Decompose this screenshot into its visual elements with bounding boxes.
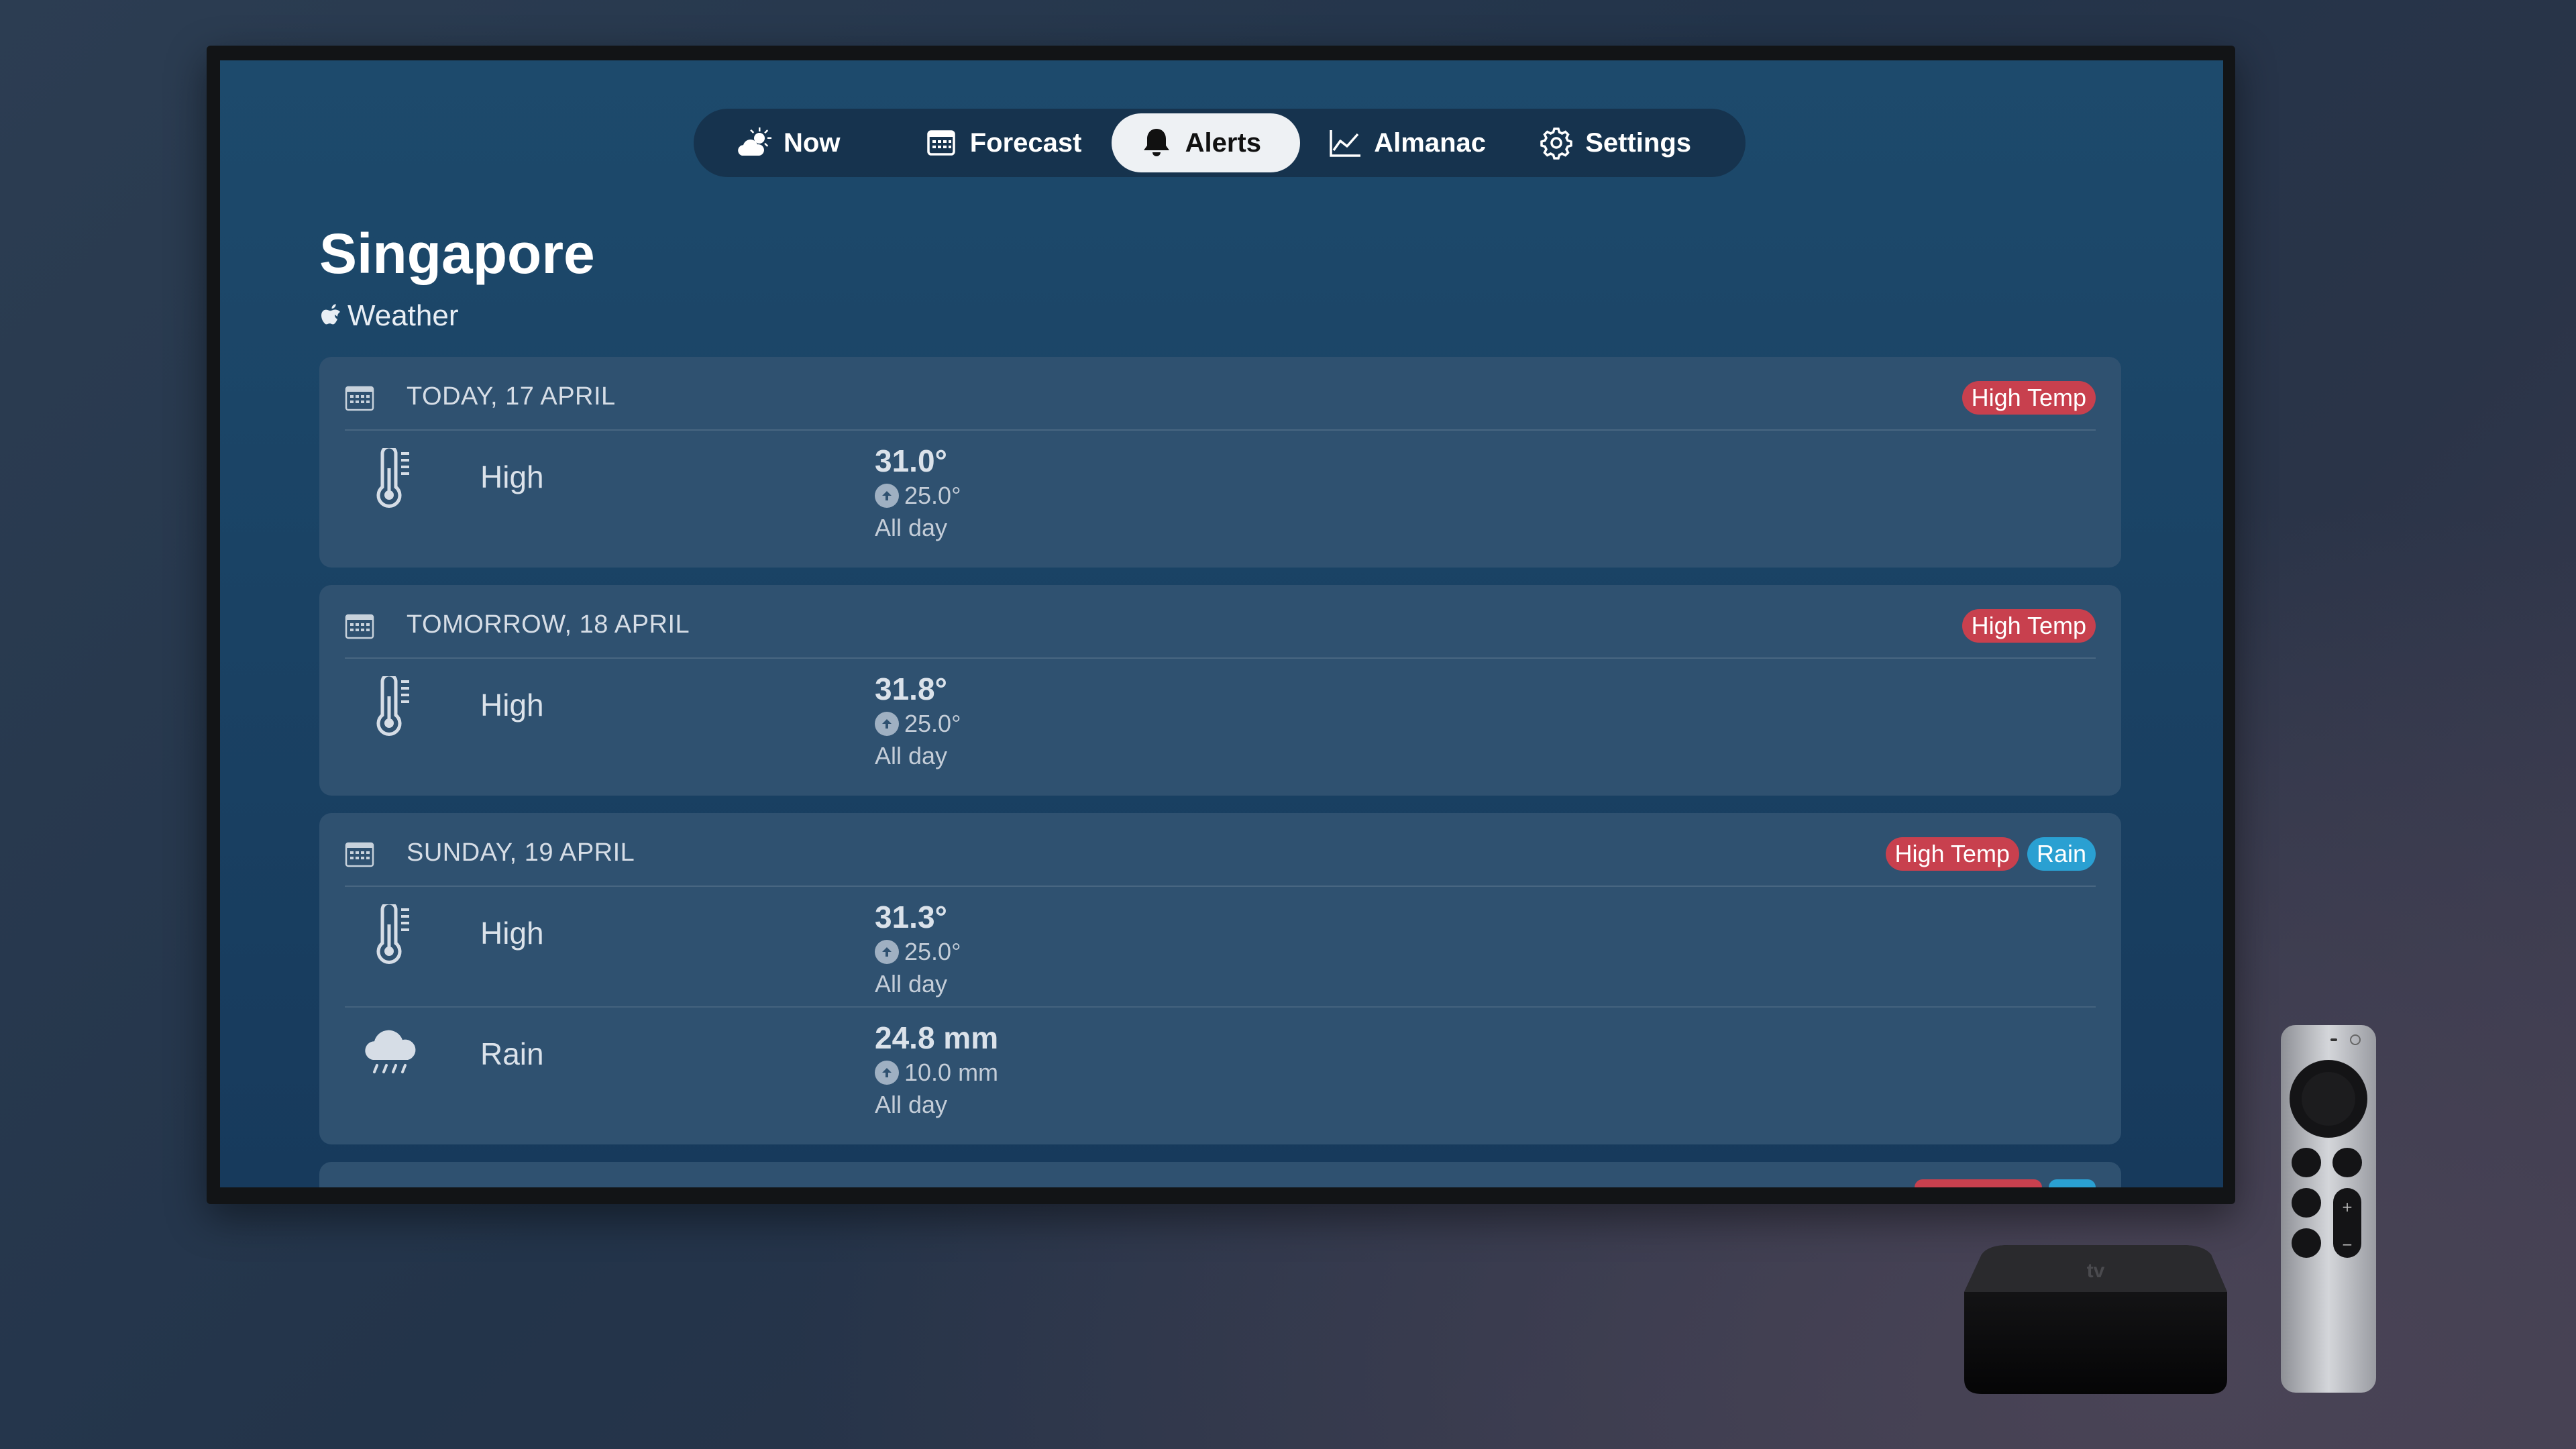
tab-almanac[interactable]: Almanac <box>1300 113 1511 172</box>
alert-card-header: SUNDAY, 19 APRIL High Temp Rain <box>345 813 2096 887</box>
arrow-up-circle-icon <box>875 712 899 736</box>
arrow-up-circle-icon <box>875 1061 899 1085</box>
app-name: Weather <box>347 299 459 332</box>
high-temp-badge <box>1915 1179 2042 1187</box>
bell-icon <box>1143 129 1169 156</box>
alert-card-partial[interactable] <box>319 1162 2121 1187</box>
tab-label: Almanac <box>1374 127 1487 158</box>
threshold-value: 25.0° <box>904 710 961 737</box>
svg-text:−: − <box>2342 1236 2353 1252</box>
line-chart-icon <box>1330 130 1361 157</box>
tab-settings[interactable]: Settings <box>1511 113 1729 172</box>
alert-date: SUNDAY, 19 APRIL <box>407 839 635 867</box>
tab-alerts[interactable]: Alerts <box>1111 113 1301 172</box>
alert-row: High 31.8° 25.0° All day <box>345 659 2096 780</box>
alert-duration: All day <box>875 970 948 998</box>
alert-date: TODAY, 17 APRIL <box>407 382 616 411</box>
alert-row: Rain 24.8 mm 10.0 mm All day <box>345 1006 2096 1128</box>
alert-card[interactable]: SUNDAY, 19 APRIL High Temp Rain High 31.… <box>319 813 2121 1144</box>
calendar-icon <box>345 842 374 867</box>
high-temp-badge: High Temp <box>1962 381 2096 415</box>
alert-value: 31.0° <box>875 443 947 478</box>
page-title: Singapore <box>319 222 595 285</box>
rain-badge <box>2049 1179 2096 1187</box>
threshold-value: 25.0° <box>904 938 961 965</box>
siri-remote-device: + − <box>2281 1025 2376 1393</box>
alert-card[interactable]: TODAY, 17 APRIL High Temp High 31.0° 25.… <box>319 357 2121 568</box>
calendar-icon <box>345 386 374 411</box>
alert-duration: All day <box>875 1091 948 1118</box>
tab-label: Forecast <box>969 127 1082 158</box>
thermometer-icon <box>376 676 409 736</box>
tab-forecast[interactable]: Forecast <box>896 113 1112 172</box>
alert-value: 24.8 mm <box>875 1020 999 1055</box>
apple-tv-device: tv <box>1964 1245 2227 1394</box>
alert-duration: All day <box>875 742 948 769</box>
tab-label: Now <box>784 127 841 158</box>
badge-group: High Temp Rain <box>1885 837 2096 871</box>
alert-card[interactable]: TOMORROW, 18 APRIL High Temp High 31.8° … <box>319 585 2121 796</box>
arrow-up-circle-icon <box>875 484 899 508</box>
app-subtitle: Weather <box>319 299 459 333</box>
apple-logo-icon <box>321 304 340 325</box>
tab-label: Settings <box>1585 127 1692 158</box>
sun-cloud-icon <box>738 127 771 156</box>
high-temp-badge: High Temp <box>1962 609 2096 643</box>
badge-group: High Temp <box>1962 609 2096 643</box>
alert-type-label: Rain <box>480 1036 544 1071</box>
alert-duration: All day <box>875 514 948 541</box>
alert-date: TOMORROW, 18 APRIL <box>407 610 690 639</box>
svg-text:tv: tv <box>2087 1260 2105 1282</box>
alert-type-label: High <box>480 460 544 494</box>
svg-text:+: + <box>2342 1199 2353 1215</box>
alert-value: 31.8° <box>875 672 947 706</box>
alert-type-label: High <box>480 916 544 951</box>
thermometer-icon <box>376 448 409 508</box>
alert-row: High 31.0° 25.0° All day <box>345 431 2096 551</box>
alert-value: 31.3° <box>875 900 947 934</box>
threshold-value: 10.0 mm <box>904 1059 999 1086</box>
tab-label: Alerts <box>1185 127 1261 158</box>
alert-threshold: 25.0° <box>875 482 961 510</box>
high-temp-badge: High Temp <box>1885 837 2019 871</box>
alert-threshold: 10.0 mm <box>875 1059 998 1087</box>
badge-group: High Temp <box>1962 381 2096 415</box>
calendar-icon <box>345 614 374 639</box>
tv-screen: Now Forecast Alerts Almanac Settings Sin… <box>220 60 2223 1187</box>
alert-card-header: TOMORROW, 18 APRIL High Temp <box>345 585 2096 659</box>
arrow-up-circle-icon <box>875 940 899 964</box>
rain-cloud-icon <box>365 1030 416 1073</box>
calendar-icon <box>927 130 955 156</box>
alert-threshold: 25.0° <box>875 938 961 966</box>
alert-threshold: 25.0° <box>875 710 961 738</box>
gear-icon <box>1540 127 1572 160</box>
threshold-value: 25.0° <box>904 482 961 509</box>
tab-now[interactable]: Now <box>710 113 896 172</box>
rain-badge: Rain <box>2027 837 2096 871</box>
alert-type-label: High <box>480 688 544 722</box>
alert-row: High 31.3° 25.0° All day <box>345 887 2096 1008</box>
alert-card-header: TODAY, 17 APRIL High Temp <box>345 357 2096 431</box>
thermometer-icon <box>376 904 409 964</box>
tab-bar: Now Forecast Alerts Almanac Settings <box>694 109 1746 177</box>
